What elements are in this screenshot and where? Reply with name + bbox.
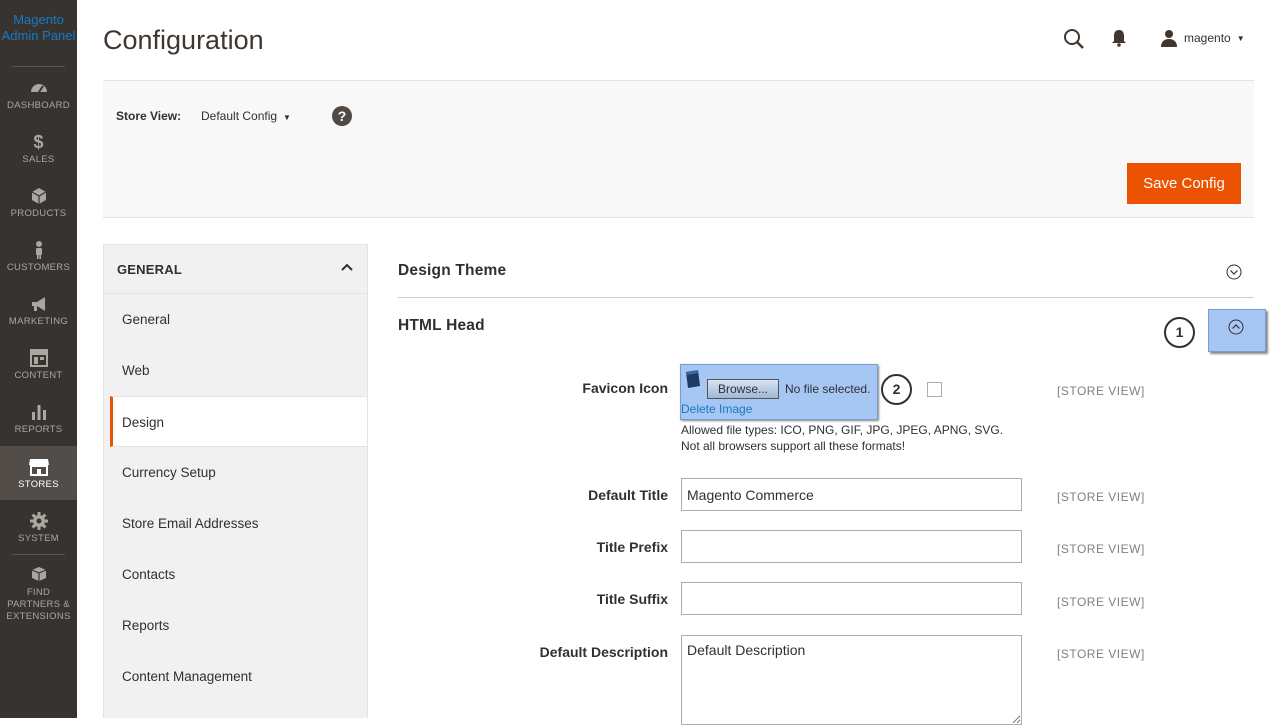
layout-icon — [29, 349, 48, 367]
store-icon — [28, 459, 49, 476]
nav-find-partners[interactable]: FIND PARTNERS & EXTENSIONS — [0, 565, 77, 625]
bar-chart-icon — [31, 405, 46, 420]
nav-item-label: Contacts — [122, 567, 176, 582]
default-title-label: Default Title — [588, 487, 668, 503]
bell-icon[interactable] — [1111, 29, 1127, 47]
boxes-icon — [31, 567, 46, 581]
divider — [12, 554, 65, 555]
section-design-theme[interactable]: Design Theme — [398, 262, 506, 280]
save-config-button[interactable]: Save Config — [1127, 163, 1241, 204]
nav-label: SYSTEM — [18, 533, 59, 544]
expand-icon[interactable] — [1226, 264, 1242, 280]
nav-label: PRODUCTS — [10, 208, 67, 219]
nav-item-label: Reports — [122, 618, 170, 633]
nav-sales[interactable]: $ SALES — [0, 132, 77, 186]
nav-dashboard[interactable]: DASHBOARD — [0, 78, 77, 132]
scope-label: [STORE VIEW] — [1057, 542, 1145, 556]
config-nav-item-content-management[interactable]: Content Management — [104, 651, 367, 702]
favicon-file-upload[interactable]: Browse... No file selected. Delete Image — [680, 364, 878, 420]
scope-label: [STORE VIEW] — [1057, 490, 1145, 504]
favicon-label: Favicon Icon — [582, 380, 668, 396]
file-status: No file selected. — [785, 382, 871, 396]
delete-image-checkbox[interactable] — [927, 382, 942, 397]
group-title: GENERAL — [117, 262, 182, 277]
browse-button[interactable]: Browse... — [707, 379, 779, 399]
delete-image-link[interactable]: Delete Image — [681, 402, 752, 416]
config-nav: GENERAL General Web Design Currency Setu… — [103, 244, 368, 718]
dashboard-icon — [30, 84, 47, 93]
default-description-label: Default Description — [539, 644, 668, 660]
nav-label: STORES — [18, 479, 59, 490]
title-suffix-input[interactable] — [681, 582, 1022, 615]
scope-label: [STORE VIEW] — [1057, 384, 1145, 398]
title-prefix-input[interactable] — [681, 530, 1022, 563]
nav-label: REPORTS — [14, 424, 63, 435]
nav-system[interactable]: SYSTEM — [0, 511, 77, 565]
chevron-down-icon: ▼ — [1236, 33, 1245, 43]
title-prefix-label: Title Prefix — [596, 539, 668, 555]
title-suffix-label: Title Suffix — [596, 591, 668, 607]
scope-label: [STORE VIEW] — [1057, 595, 1145, 609]
store-view-label: Store View: — [116, 109, 182, 123]
section-html-head[interactable]: HTML Head — [398, 317, 485, 335]
help-icon[interactable]: ? — [332, 106, 352, 126]
allowed-file-types-note: Allowed file types: ICO, PNG, GIF, JPG, … — [681, 423, 1004, 453]
chevron-up-icon — [341, 263, 353, 271]
user-icon — [1161, 30, 1177, 47]
config-nav-item-reports[interactable]: Reports — [104, 600, 367, 651]
collapse-icon — [1228, 319, 1244, 335]
config-nav-item-contacts[interactable]: Contacts — [104, 549, 367, 600]
nav-item-label: General — [122, 312, 171, 327]
search-icon[interactable] — [1063, 28, 1085, 50]
default-description-textarea[interactable]: Default Description — [681, 635, 1022, 725]
nav-item-label: Currency Setup — [122, 465, 216, 480]
nav-item-label: Design — [122, 415, 165, 430]
config-nav-item-web[interactable]: Web — [104, 345, 367, 396]
store-view-value: Default Config — [201, 109, 278, 123]
chevron-down-icon: ▼ — [283, 113, 291, 122]
scope-label: [STORE VIEW] — [1057, 647, 1145, 661]
config-group-general[interactable]: GENERAL — [104, 245, 367, 294]
gear-icon — [29, 512, 48, 530]
nav-products[interactable]: PRODUCTS — [0, 186, 77, 240]
nav-item-label: Content Management — [122, 669, 252, 684]
logo[interactable]: Magento Admin Panel — [0, 12, 77, 44]
nav-label: DASHBOARD — [7, 100, 70, 111]
nav-label: FIND PARTNERS & EXTENSIONS — [6, 587, 71, 622]
cube-icon — [31, 188, 46, 204]
collapse-button[interactable] — [1208, 309, 1266, 352]
nav-item-label: Web — [122, 363, 150, 378]
megaphone-icon — [31, 297, 45, 311]
person-icon — [35, 241, 42, 259]
user-menu[interactable]: magento ▼ — [1160, 28, 1245, 48]
nav-marketing[interactable]: MARKETING — [0, 294, 77, 348]
nav-content[interactable]: CONTENT — [0, 348, 77, 402]
config-nav-item-currency-setup[interactable]: Currency Setup — [104, 447, 367, 498]
admin-sidebar: Magento Admin Panel DASHBOARD $ SALES PR… — [0, 0, 77, 718]
default-title-input[interactable] — [681, 478, 1022, 511]
nav-label: CUSTOMERS — [6, 262, 71, 273]
step-badge: 2 — [881, 374, 912, 405]
step-badge: 1 — [1164, 317, 1195, 348]
store-view-switcher[interactable]: Default Config ▼ — [201, 109, 291, 123]
config-nav-item-design[interactable]: Design — [110, 396, 367, 447]
nav-label: SALES — [22, 154, 55, 165]
dollar-icon: $ — [33, 132, 44, 152]
config-nav-item-store-email[interactable]: Store Email Addresses — [104, 498, 367, 549]
user-name: magento — [1184, 31, 1231, 45]
config-nav-item-general[interactable]: General — [104, 294, 367, 345]
nav-item-label: Store Email Addresses — [122, 516, 259, 531]
divider — [398, 297, 1254, 298]
nav-label: MARKETING — [8, 316, 69, 327]
page-title: Configuration — [103, 25, 264, 55]
nav-label: CONTENT — [14, 370, 63, 381]
nav-customers[interactable]: CUSTOMERS — [0, 240, 77, 294]
store-view-toolbar: Store View: Default Config ▼ ? Save Confi… — [103, 80, 1254, 218]
nav-stores[interactable]: STORES — [0, 446, 77, 500]
image-thumbnail-icon — [686, 370, 700, 388]
divider — [12, 66, 65, 67]
